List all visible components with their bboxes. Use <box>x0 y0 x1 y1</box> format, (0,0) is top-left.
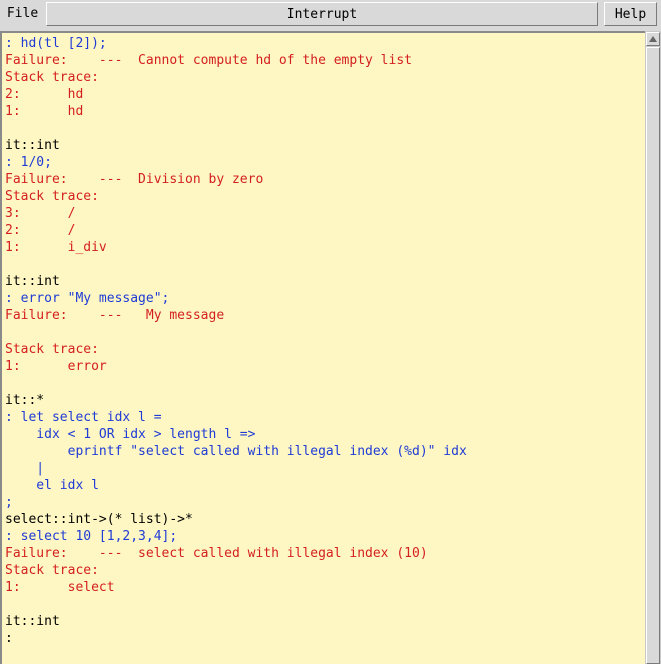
console-output-line: : <box>5 631 13 646</box>
console-failure-line: Stack trace: <box>5 189 99 204</box>
console-lines: : hd(tl [2]); Failure: --- Cannot compute… <box>2 33 645 647</box>
console-output-line: it::int <box>5 274 60 289</box>
console-output-line: it::int <box>5 138 60 153</box>
console-failure-line: Failure: --- Cannot compute hd of the em… <box>5 53 412 68</box>
console-output-line: it::* <box>5 393 45 408</box>
console-output-line: it::int <box>5 614 60 629</box>
console-failure-line: 1: select <box>5 580 115 595</box>
console-failure-line: Failure: --- select called with illegal … <box>5 546 428 561</box>
console-failure-line: 1: i_div <box>5 240 107 255</box>
console-failure-line: 1: hd <box>5 104 84 119</box>
console-failure-line: 1: error <box>5 359 107 374</box>
console-output[interactable]: : hd(tl [2]); Failure: --- Cannot compute… <box>0 31 645 664</box>
console-failure-line: 2: / <box>5 223 76 238</box>
toolbar: File Interrupt Help <box>0 0 661 30</box>
console-failure-line: 2: hd <box>5 87 84 102</box>
console-input-line: | <box>5 461 45 476</box>
console-input-line: idx < 1 OR idx > length l => <box>5 427 256 442</box>
console-output-line: select::int->(* list)->* <box>5 512 193 527</box>
console-input-line: eprintf "select called with illegal inde… <box>5 444 467 459</box>
console-input-line: : let select idx l = <box>5 410 162 425</box>
scrollbar-thumb[interactable] <box>646 47 660 664</box>
console-input-line: : error "My message"; <box>5 291 170 306</box>
console-failure-line: Stack trace: <box>5 342 99 357</box>
file-menu-button[interactable]: File <box>1 2 44 26</box>
help-button[interactable]: Help <box>604 2 657 26</box>
console-failure-line: Stack trace: <box>5 563 99 578</box>
console-input-line: ; <box>5 495 13 510</box>
console-failure-line: Stack trace: <box>5 70 99 85</box>
vertical-scrollbar[interactable] <box>645 31 661 664</box>
console-input-line: : 1/0; <box>5 155 52 170</box>
scroll-up-arrow-icon[interactable] <box>646 32 660 46</box>
console-input-line: el idx l <box>5 478 99 493</box>
interrupt-button[interactable]: Interrupt <box>46 2 598 26</box>
console-failure-line: 3: / <box>5 206 76 221</box>
console-input-line: : hd(tl [2]); <box>5 36 107 51</box>
console-input-line: : select 10 [1,2,3,4]; <box>5 529 178 544</box>
console-failure-line: Failure: --- Division by zero <box>5 172 264 187</box>
console-failure-line: Failure: --- My message <box>5 308 225 323</box>
